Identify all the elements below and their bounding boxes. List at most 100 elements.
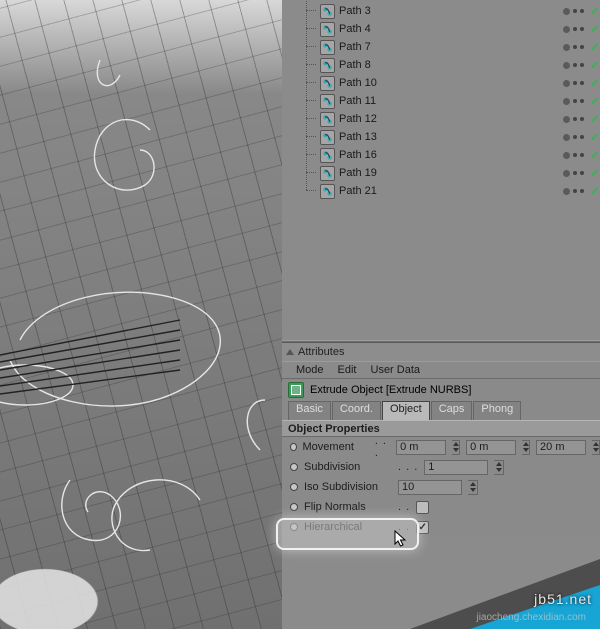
iso-subdivision-spinner[interactable] bbox=[468, 480, 478, 495]
layer-dots[interactable] bbox=[563, 188, 584, 195]
movement-label: Movement bbox=[303, 441, 369, 453]
param-bullet-icon bbox=[290, 463, 298, 471]
object-tree[interactable]: Path 3✓Path 4✓Path 7✓Path 8✓Path 10✓Path… bbox=[282, 0, 600, 340]
dots-separator: . . . bbox=[375, 435, 390, 459]
tab-coord[interactable]: Coord. bbox=[332, 401, 381, 420]
tree-item[interactable]: Path 11 ✓ bbox=[320, 92, 600, 110]
tree-item-label: Path 12 bbox=[339, 113, 377, 125]
tree-item[interactable]: Path 13 ✓ bbox=[320, 128, 600, 146]
viewport-3d[interactable] bbox=[0, 0, 282, 629]
tree-item[interactable]: Path 16 ✓ bbox=[320, 146, 600, 164]
check-icon[interactable]: ✓ bbox=[590, 40, 600, 54]
tree-item-label: Path 4 bbox=[339, 23, 371, 35]
attributes-header[interactable]: Attributes bbox=[282, 343, 600, 361]
tree-item-label: Path 7 bbox=[339, 41, 371, 53]
tree-item[interactable]: Path 21✓ bbox=[320, 182, 600, 200]
tree-item[interactable]: Path 19 ✓ bbox=[320, 164, 600, 182]
prop-flip-normals: Flip Normals . . bbox=[282, 497, 600, 517]
iso-subdivision-field[interactable]: 10 bbox=[398, 480, 462, 495]
path-object-icon bbox=[320, 166, 335, 181]
prop-subdivision: Subdivision . . . 1 bbox=[282, 457, 600, 477]
disclosure-triangle-icon bbox=[286, 349, 294, 355]
layer-dots[interactable] bbox=[563, 44, 584, 51]
attributes-panel: Attributes Mode Edit User Data Extrude O… bbox=[282, 343, 600, 537]
movement-z-field[interactable]: 20 m bbox=[536, 440, 586, 455]
path-object-icon bbox=[320, 130, 335, 145]
subdivision-field[interactable]: 1 bbox=[424, 460, 488, 475]
tree-item[interactable]: Path 7 ✓ bbox=[320, 38, 600, 56]
check-icon[interactable]: ✓ bbox=[590, 166, 600, 180]
layer-dots[interactable] bbox=[563, 26, 584, 33]
prop-hierarchical: Hierarchical . . bbox=[282, 517, 600, 537]
menu-mode[interactable]: Mode bbox=[296, 364, 324, 376]
check-icon[interactable]: ✓ bbox=[590, 112, 600, 126]
path-object-icon bbox=[320, 4, 335, 19]
tree-item-label: Path 10 bbox=[339, 77, 377, 89]
layer-dots[interactable] bbox=[563, 134, 584, 141]
path-object-icon bbox=[320, 94, 335, 109]
param-bullet-icon bbox=[290, 503, 298, 511]
extrude-nurbs-icon bbox=[288, 382, 304, 398]
check-icon[interactable]: ✓ bbox=[590, 148, 600, 162]
attribute-tabs: Basic Coord. Object Caps Phong bbox=[282, 401, 600, 420]
layer-dots[interactable] bbox=[563, 170, 584, 177]
param-bullet-icon bbox=[290, 483, 298, 491]
movement-y-spinner[interactable] bbox=[522, 440, 530, 455]
hierarchical-checkbox[interactable] bbox=[416, 521, 429, 534]
tree-item-label: Path 19 bbox=[339, 167, 377, 179]
menu-user-data[interactable]: User Data bbox=[371, 364, 421, 376]
check-icon[interactable]: ✓ bbox=[590, 76, 600, 90]
subdivision-spinner[interactable] bbox=[494, 460, 504, 475]
param-bullet-icon bbox=[290, 443, 297, 451]
path-object-icon bbox=[320, 184, 335, 199]
tree-item[interactable]: Path 3 ✓ bbox=[320, 2, 600, 20]
movement-y-field[interactable]: 0 m bbox=[466, 440, 516, 455]
path-object-icon bbox=[320, 58, 335, 73]
layer-dots[interactable] bbox=[563, 98, 584, 105]
selected-object-title: Extrude Object [Extrude NURBS] bbox=[310, 384, 471, 396]
movement-x-spinner[interactable] bbox=[452, 440, 460, 455]
check-icon[interactable]: ✓ bbox=[590, 58, 600, 72]
tree-item-label: Path 16 bbox=[339, 149, 377, 161]
path-object-icon bbox=[320, 22, 335, 37]
dots-separator: . . bbox=[398, 501, 410, 513]
layer-dots[interactable] bbox=[563, 116, 584, 123]
flip-normals-label: Flip Normals bbox=[304, 501, 392, 513]
flip-normals-checkbox[interactable] bbox=[416, 501, 429, 514]
tree-item[interactable]: Path 10 ✓ bbox=[320, 74, 600, 92]
hierarchical-label: Hierarchical bbox=[304, 521, 392, 533]
tree-item[interactable]: Path 4 ✓ bbox=[320, 20, 600, 38]
path-object-icon bbox=[320, 40, 335, 55]
menu-edit[interactable]: Edit bbox=[338, 364, 357, 376]
tree-item-label: Path 8 bbox=[339, 59, 371, 71]
subdivision-label: Subdivision bbox=[304, 461, 392, 473]
check-icon[interactable]: ✓ bbox=[590, 4, 600, 18]
path-object-icon bbox=[320, 76, 335, 91]
prop-movement: Movement . . . 0 m 0 m 20 m bbox=[282, 437, 600, 457]
movement-z-spinner[interactable] bbox=[592, 440, 600, 455]
check-icon[interactable]: ✓ bbox=[590, 22, 600, 36]
tab-basic[interactable]: Basic bbox=[288, 401, 331, 420]
tree-item[interactable]: Path 8 ✓ bbox=[320, 56, 600, 74]
check-icon[interactable]: ✓ bbox=[590, 94, 600, 108]
check-icon[interactable]: ✓ bbox=[590, 184, 600, 198]
tree-item-label: Path 13 bbox=[339, 131, 377, 143]
attributes-menu-bar: Mode Edit User Data bbox=[282, 361, 600, 379]
tree-item[interactable]: Path 12 ✓ bbox=[320, 110, 600, 128]
tree-item-label: Path 3 bbox=[339, 5, 371, 17]
attributes-title: Attributes bbox=[298, 346, 344, 358]
layer-dots[interactable] bbox=[563, 62, 584, 69]
object-properties-header: Object Properties bbox=[282, 420, 600, 437]
layer-dots[interactable] bbox=[563, 152, 584, 159]
check-icon[interactable]: ✓ bbox=[590, 130, 600, 144]
selected-object-row: Extrude Object [Extrude NURBS] bbox=[282, 379, 600, 401]
layer-dots[interactable] bbox=[563, 8, 584, 15]
movement-x-field[interactable]: 0 m bbox=[396, 440, 446, 455]
dots-separator: . . bbox=[398, 521, 410, 533]
tab-caps[interactable]: Caps bbox=[431, 401, 473, 420]
tab-phong[interactable]: Phong bbox=[473, 401, 521, 420]
viewport-backplate bbox=[0, 537, 150, 629]
layer-dots[interactable] bbox=[563, 80, 584, 87]
tab-object[interactable]: Object bbox=[382, 401, 430, 420]
tree-item-label: Path 11 bbox=[339, 95, 376, 107]
